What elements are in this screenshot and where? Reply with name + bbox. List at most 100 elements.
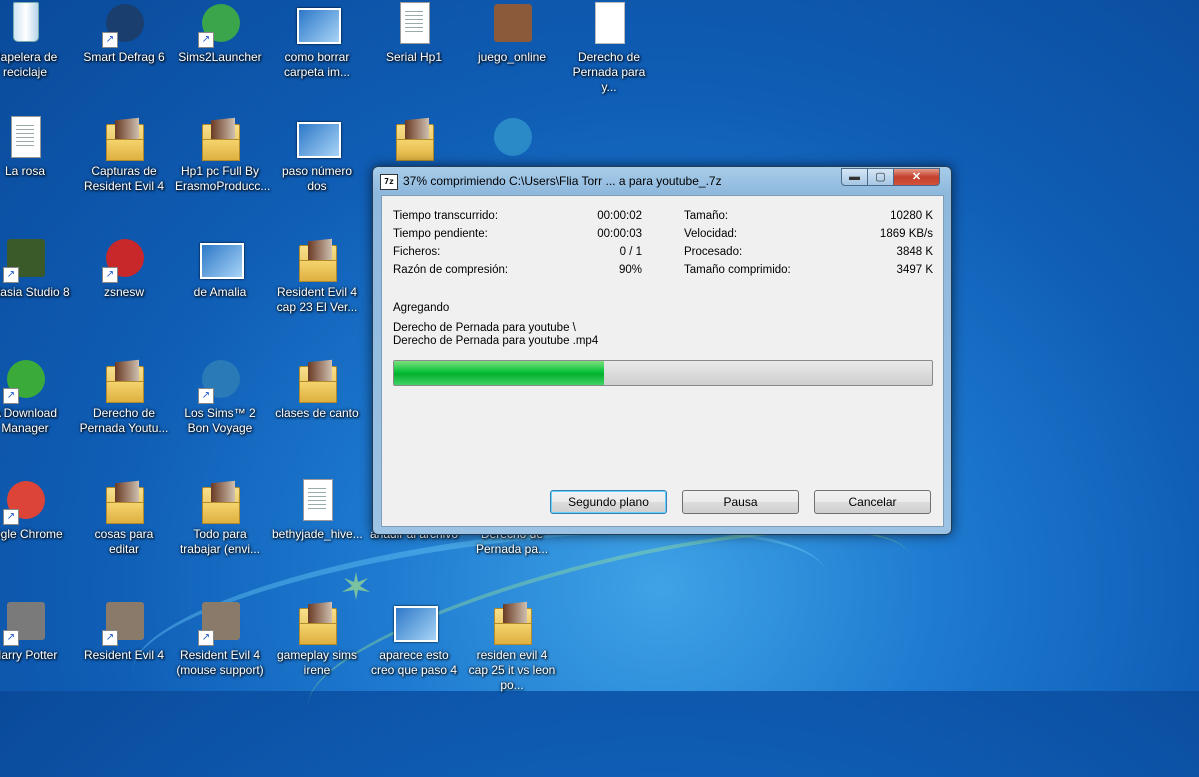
- chrome-icon: ↗: [1, 477, 49, 525]
- desktop-icon[interactable]: Resident Evil 4 cap 23 El Ver...: [272, 235, 362, 315]
- desktop-icon-label: Derecho de Pernada Youtu...: [79, 406, 169, 435]
- folder-icon: [293, 235, 341, 283]
- resident-evil-icon: ↗: [100, 598, 148, 646]
- desktop-icon[interactable]: ↗ Los Sims™ 2 Bon Voyage: [175, 356, 265, 436]
- progress-fill: [394, 361, 604, 385]
- game-icon: [488, 0, 536, 48]
- progress-bar: [393, 360, 933, 386]
- camtasia-icon: ↗: [1, 235, 49, 283]
- elapsed-time-label: Tiempo transcurrido:: [393, 210, 499, 222]
- pause-button[interactable]: Pausa: [682, 490, 799, 514]
- harry-potter-icon: ↗: [1, 598, 49, 646]
- desktop-icon[interactable]: Serial Hp1: [369, 0, 459, 65]
- text-file-icon: [390, 0, 438, 48]
- folder-icon: [293, 598, 341, 646]
- folder-icon: [293, 356, 341, 404]
- desktop-icon-label: residen evil 4 cap 25 it vs leon po...: [468, 648, 556, 692]
- desktop-icon[interactable]: [369, 114, 459, 164]
- desktop-icon-label: Los Sims™ 2 Bon Voyage: [184, 406, 256, 435]
- shortcut-arrow-icon: ↗: [3, 630, 19, 646]
- desktop-icon[interactable]: de Amalia: [175, 235, 265, 300]
- desktop-icon-label: aparece esto creo que paso 4: [370, 648, 458, 677]
- size-value: 10280 K: [890, 210, 933, 222]
- desktop-icon[interactable]: ↗ Resident Evil 4: [79, 598, 169, 663]
- folder-icon: [196, 477, 244, 525]
- desktop-icon[interactable]: La rosa: [0, 114, 70, 179]
- ea-icon: ↗: [1, 356, 49, 404]
- close-button[interactable]: ✕: [893, 168, 940, 186]
- desktop-icon[interactable]: Derecho de Pernada Youtu...: [79, 356, 169, 436]
- files-label: Ficheros:: [393, 246, 441, 258]
- desktop-icon[interactable]: ↗ amtasia Studio 8: [0, 235, 70, 300]
- file-icon: [585, 0, 633, 48]
- compression-ratio-value: 90%: [618, 264, 642, 276]
- desktop-icon-label: cosas para editar: [94, 527, 154, 556]
- desktop-icon[interactable]: Papelera de reciclaje: [0, 0, 70, 80]
- operation-status: Agregando: [393, 302, 450, 314]
- compression-ratio-label: Razón de compresión:: [393, 264, 509, 276]
- window-title: 37% comprimiendo C:\Users\Flia Torr ... …: [403, 174, 722, 188]
- background-button[interactable]: Segundo plano: [550, 490, 667, 514]
- shortcut-arrow-icon: ↗: [102, 267, 118, 283]
- desktop-icon[interactable]: Derecho de Pernada para y...: [564, 0, 654, 95]
- processed-value: 3848 K: [896, 246, 933, 258]
- elapsed-time-value: 00:00:02: [597, 210, 642, 222]
- desktop-icon[interactable]: gameplay sims irene: [272, 598, 362, 678]
- desktop-icon[interactable]: ↗ Smart Defrag 6: [79, 0, 169, 65]
- pdf-icon: [293, 477, 341, 525]
- compressed-size-value: 3497 K: [896, 264, 933, 276]
- zsnes-icon: ↗: [100, 235, 148, 283]
- current-folder-path: Derecho de Pernada para youtube \: [393, 322, 576, 334]
- sims-icon: ↗: [196, 0, 244, 48]
- remaining-time-label: Tiempo pendiente:: [393, 228, 488, 240]
- desktop-icon[interactable]: Capturas de Resident Evil 4: [79, 114, 169, 194]
- files-value: 0 / 1: [619, 246, 642, 258]
- cancel-button[interactable]: Cancelar: [814, 490, 931, 514]
- dialog-content: Tiempo transcurrido: 00:00:02 Tiempo pen…: [381, 195, 944, 527]
- desktop-icon[interactable]: ↗ zsnesw: [79, 235, 169, 300]
- desktop-icon-label: gameplay sims irene: [276, 648, 358, 677]
- sims-bon-voyage-icon: ↗: [196, 356, 244, 404]
- desktop-icon[interactable]: Todo para trabajar (envi...: [175, 477, 265, 557]
- desktop-icon[interactable]: ↗ A Download Manager: [0, 356, 70, 436]
- speed-value: 1869 KB/s: [879, 228, 933, 240]
- bs-player-icon: [488, 114, 536, 162]
- desktop-icon[interactable]: bethyjade_hive...: [272, 477, 363, 542]
- shortcut-arrow-icon: ↗: [3, 509, 19, 525]
- title-bar[interactable]: 7z 37% comprimiendo C:\Users\Flia Torr .…: [373, 167, 951, 195]
- 7zip-icon: 7z: [380, 174, 398, 190]
- desktop-icon[interactable]: clases de canto: [272, 356, 362, 421]
- speed-label: Velocidad:: [684, 228, 738, 240]
- desktop-icon-label: oogle Chrome: [0, 527, 63, 541]
- desktop-icon-label: juego_online: [477, 50, 547, 64]
- folder-icon: [390, 114, 438, 162]
- desktop-icon[interactable]: ↗ Sims2Launcher: [175, 0, 265, 65]
- screenshot-icon: [293, 0, 341, 48]
- folder-icon: [100, 114, 148, 162]
- desktop-icon[interactable]: ↗ oogle Chrome: [0, 477, 70, 542]
- desktop-icon[interactable]: residen evil 4 cap 25 it vs leon po...: [467, 598, 557, 693]
- desktop-icon[interactable]: paso número dos: [272, 114, 362, 194]
- desktop-icon-label: Hp1 pc Full By ErasmoProducc...: [175, 164, 271, 193]
- shortcut-arrow-icon: ↗: [3, 267, 19, 283]
- desktop-icon[interactable]: aparece esto creo que paso 4: [369, 598, 459, 678]
- desktop-icon-label: Capturas de Resident Evil 4: [83, 164, 165, 193]
- desktop-icon[interactable]: juego_online: [467, 0, 557, 65]
- desktop-icon[interactable]: Hp1 pc Full By ErasmoProducc...: [175, 114, 271, 194]
- desktop-icon-label: A Download Manager: [0, 406, 58, 435]
- current-file-path: Derecho de Pernada para youtube .mp4: [393, 335, 599, 347]
- desktop-icon-label: bethyjade_hive...: [272, 527, 363, 541]
- desktop-icon-label: Serial Hp1: [385, 50, 443, 64]
- compression-progress-dialog: 7z 37% comprimiendo C:\Users\Flia Torr .…: [372, 166, 952, 535]
- desktop-icon-label: Sims2Launcher: [178, 50, 262, 64]
- maximize-button[interactable]: ▢: [867, 168, 894, 186]
- desktop-icon[interactable]: cosas para editar: [79, 477, 169, 557]
- desktop-icon-label: Harry Potter: [0, 648, 58, 662]
- desktop-icon[interactable]: [467, 114, 557, 164]
- minimize-button[interactable]: ▬: [841, 168, 868, 186]
- screenshot-icon: [390, 598, 438, 646]
- desktop-icon[interactable]: como borrar carpeta im...: [272, 0, 362, 80]
- desktop-icon[interactable]: ↗ Harry Potter: [0, 598, 70, 663]
- desktop-icon-label: Resident Evil 4 cap 23 El Ver...: [276, 285, 358, 314]
- desktop-icon[interactable]: ↗ Resident Evil 4 (mouse support): [175, 598, 265, 678]
